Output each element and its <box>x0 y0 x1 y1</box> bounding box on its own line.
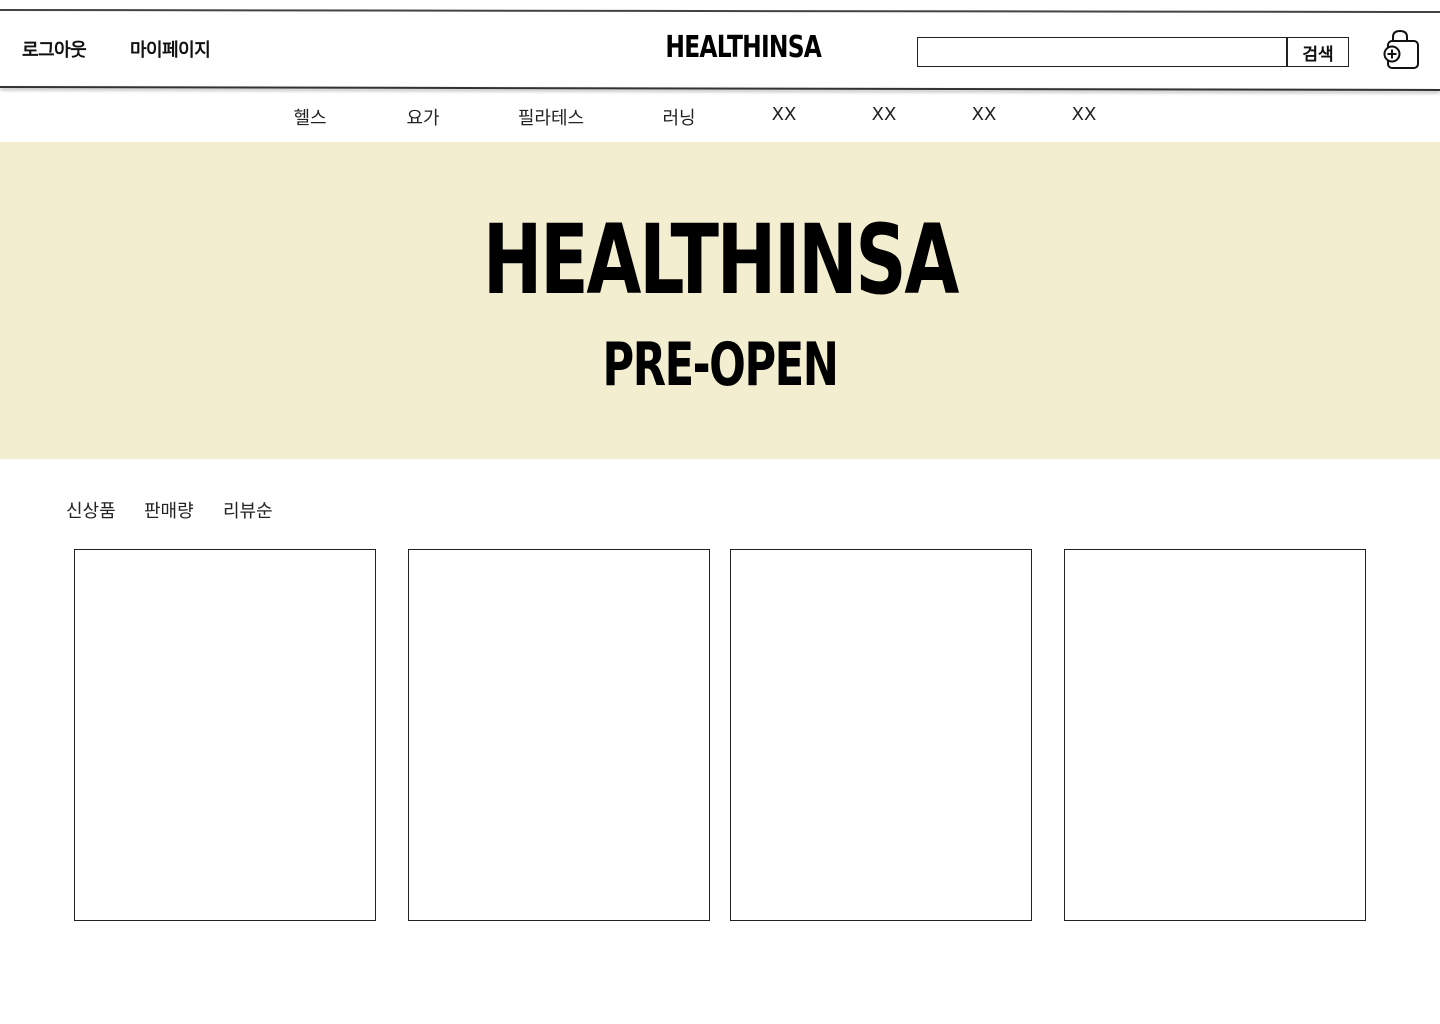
product-card[interactable] <box>408 549 710 921</box>
category-placeholder-4[interactable]: XX <box>1072 104 1097 125</box>
sort-tab-reviews[interactable]: 리뷰순 <box>223 497 273 523</box>
category-placeholder-2[interactable]: XX <box>872 104 897 125</box>
category-yoga[interactable]: 요가 <box>406 104 439 130</box>
search-input[interactable] <box>917 37 1287 67</box>
search-button[interactable]: 검색 <box>1286 37 1349 67</box>
category-placeholder-1[interactable]: XX <box>772 104 797 125</box>
header-divider <box>0 86 1440 92</box>
hero-title: HEALTHINSA <box>482 204 959 316</box>
logout-link[interactable]: 로그아웃 <box>22 36 87 62</box>
category-pilates[interactable]: 필라테스 <box>518 104 584 130</box>
product-card[interactable] <box>1064 549 1366 921</box>
category-health[interactable]: 헬스 <box>293 104 326 130</box>
site-logo[interactable]: HEALTHINSA <box>665 30 821 65</box>
hero-subtitle: PRE-OPEN <box>602 330 839 400</box>
page: 로그아웃 마이페이지 HEALTHINSA 검색 헬스 요가 필라테스 러닝 X… <box>0 0 1440 1024</box>
shopping-bag-plus-icon[interactable] <box>1382 28 1422 72</box>
category-running[interactable]: 러닝 <box>662 104 695 130</box>
product-card[interactable] <box>730 549 1032 921</box>
sort-tab-newest[interactable]: 신상품 <box>66 497 116 523</box>
mypage-link[interactable]: 마이페이지 <box>130 36 211 62</box>
site-header: 로그아웃 마이페이지 HEALTHINSA 검색 <box>0 12 1440 86</box>
hero-banner: HEALTHINSA PRE-OPEN <box>0 142 1440 459</box>
product-card[interactable] <box>74 549 376 921</box>
category-placeholder-3[interactable]: XX <box>972 104 997 125</box>
sort-tab-sales[interactable]: 판매량 <box>144 497 194 523</box>
category-nav: 헬스 요가 필라테스 러닝 XX XX XX XX <box>0 96 1440 140</box>
